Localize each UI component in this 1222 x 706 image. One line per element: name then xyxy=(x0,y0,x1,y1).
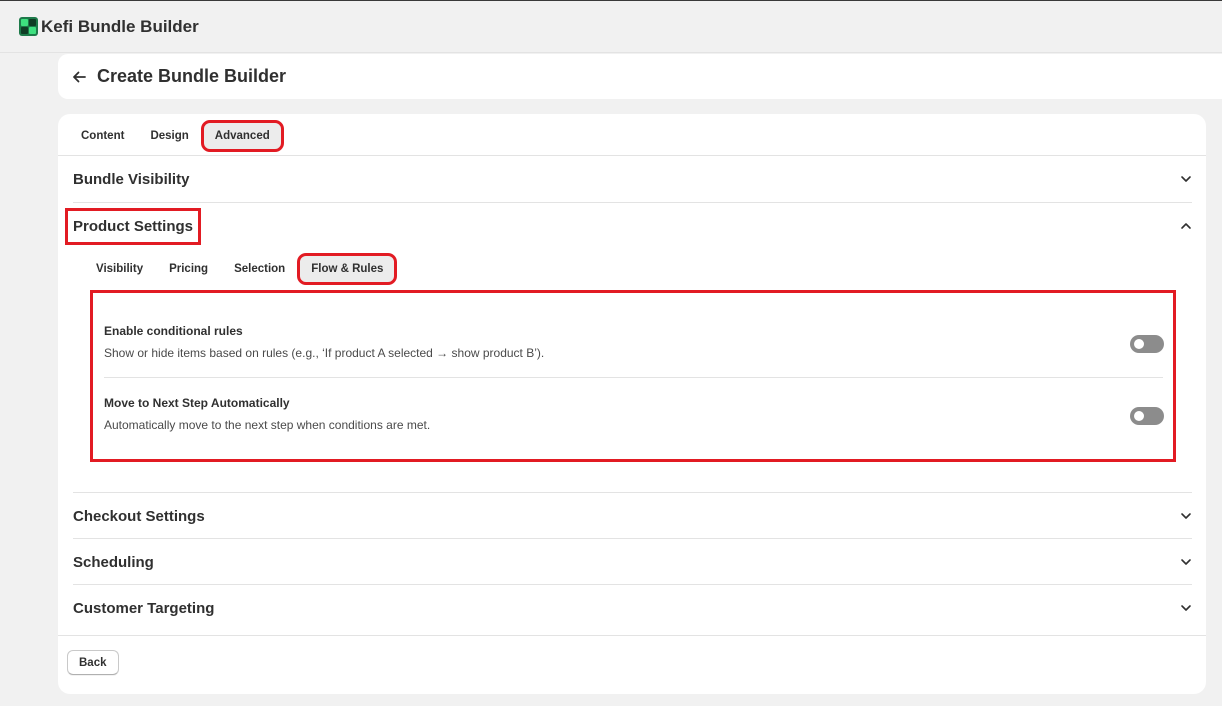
footer-divider xyxy=(58,635,1206,636)
sub-tab-pricing[interactable]: Pricing xyxy=(158,256,219,282)
section-product-settings[interactable]: Product Settings xyxy=(64,203,1192,249)
rule-title: Move to Next Step Automatically xyxy=(104,396,290,410)
tab-design[interactable]: Design xyxy=(139,123,199,149)
section-title: Bundle Visibility xyxy=(73,170,190,188)
sub-tab-selection[interactable]: Selection xyxy=(223,256,296,282)
section-title: Scheduling xyxy=(73,553,154,571)
rule-title: Enable conditional rules xyxy=(104,324,243,338)
chevron-down-icon xyxy=(1181,559,1191,565)
tab-content[interactable]: Content xyxy=(70,123,135,149)
app-title: Kefi Bundle Builder xyxy=(41,16,199,36)
back-button[interactable]: Back xyxy=(67,650,119,675)
page-title: Create Bundle Builder xyxy=(97,66,287,86)
app-header: Kefi Bundle Builder xyxy=(0,1,1222,53)
rule-description: Show or hide items based on rules (e.g.,… xyxy=(104,346,545,360)
chevron-down-icon xyxy=(1181,605,1191,611)
section-checkout-settings[interactable]: Checkout Settings xyxy=(73,493,1192,539)
arrow-left-icon[interactable] xyxy=(72,70,86,84)
sub-tab-flow-rules[interactable]: Flow & Rules xyxy=(297,253,398,285)
conditional-rules-toggle[interactable] xyxy=(1130,335,1164,353)
section-customer-targeting[interactable]: Customer Targeting xyxy=(73,585,1192,631)
rule-divider xyxy=(104,377,1163,378)
auto-next-step-toggle[interactable] xyxy=(1130,407,1164,425)
bundle-settings-card: Content Design Advanced Bundle Visibilit… xyxy=(58,114,1206,694)
top-tabs: Content Design Advanced xyxy=(70,120,284,152)
toggle-knob xyxy=(1134,411,1144,421)
rule-move-next-step: Move to Next Step Automatically Automati… xyxy=(104,396,1164,468)
sub-tab-visibility[interactable]: Visibility xyxy=(85,256,154,282)
kefi-logo-icon xyxy=(19,17,38,36)
section-title: Product Settings xyxy=(64,207,202,245)
tab-advanced[interactable]: Advanced xyxy=(200,120,284,152)
rule-description: Automatically move to the next step when… xyxy=(104,418,431,432)
section-title: Checkout Settings xyxy=(73,507,205,525)
page-title-bar: Create Bundle Builder xyxy=(58,54,1222,99)
flow-rules-panel: Enable conditional rules Show or hide it… xyxy=(90,290,1176,462)
chevron-down-icon xyxy=(1181,513,1191,519)
toggle-knob xyxy=(1134,339,1144,349)
chevron-up-icon xyxy=(1181,223,1191,229)
section-title: Customer Targeting xyxy=(73,599,215,617)
rule-enable-conditional-rules: Enable conditional rules Show or hide it… xyxy=(104,324,1164,396)
product-settings-sub-tabs: Visibility Pricing Selection Flow & Rule… xyxy=(85,253,398,285)
chevron-down-icon xyxy=(1181,176,1191,182)
section-scheduling[interactable]: Scheduling xyxy=(73,539,1192,585)
section-bundle-visibility[interactable]: Bundle Visibility xyxy=(73,156,1192,202)
